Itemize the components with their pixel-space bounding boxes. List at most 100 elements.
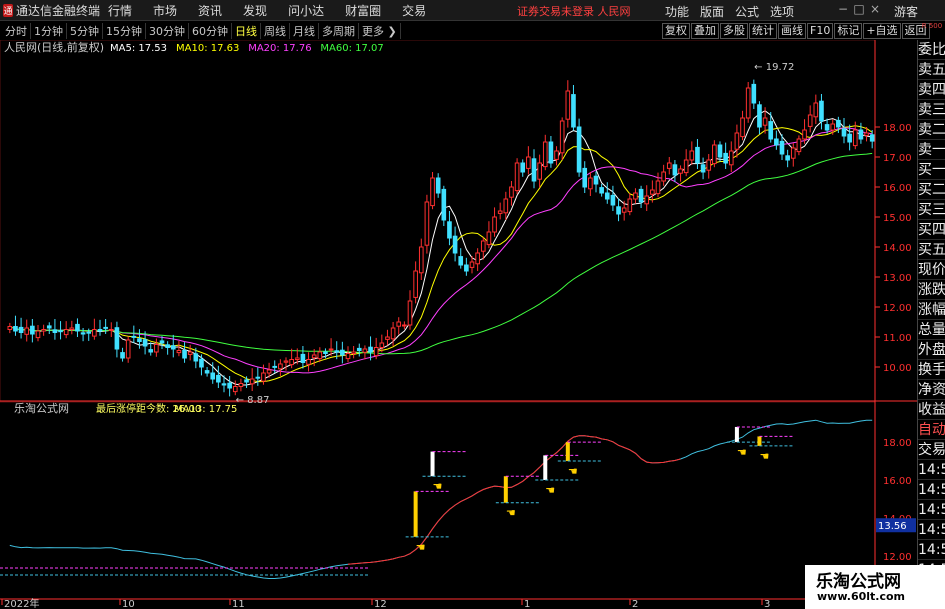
side-panel-item[interactable]: 卖四	[918, 80, 945, 100]
side-panel-item[interactable]: 14:56	[918, 520, 945, 540]
ma-legend-0: MA5: 17.53	[110, 43, 167, 54]
candle-body	[762, 117, 768, 126]
period-tab[interactable]: 周线	[261, 23, 290, 39]
menu-item[interactable]: 资讯	[198, 2, 222, 19]
side-panel-item[interactable]: 买四	[918, 220, 945, 240]
right-menu-item[interactable]: 功能	[665, 3, 689, 20]
period-tab[interactable]: 5分钟	[67, 23, 103, 39]
candle-body	[531, 158, 537, 182]
kline-chart[interactable]: 人民网(日线,前复权) MA5: 17.53 MA10: 17.63 MA20: 17…	[0, 40, 917, 609]
menu-item[interactable]: 市场	[153, 2, 177, 19]
candle-body	[542, 141, 548, 168]
minimize-icon[interactable]: −	[835, 2, 851, 16]
sub-y-label: 12.00	[883, 552, 912, 563]
side-panel-item[interactable]: 涨跌	[918, 280, 945, 300]
signal-hand-icon: ☚	[416, 541, 426, 554]
candle-body	[176, 350, 182, 354]
tool-button[interactable]: F10	[807, 23, 834, 39]
watermark-title: 乐淘公式网	[816, 572, 901, 592]
candle-body	[199, 358, 204, 368]
candle-body	[154, 344, 159, 353]
side-panel-item[interactable]: 换手	[918, 360, 945, 380]
right-menu-item[interactable]: 公式	[735, 3, 759, 20]
side-panel-item[interactable]: 现价	[918, 260, 945, 280]
signal-hand-icon: ☚	[759, 450, 769, 463]
side-panel-item[interactable]: 净资	[918, 380, 945, 400]
period-tab[interactable]: 日线	[232, 23, 261, 39]
candle-body	[452, 235, 458, 254]
main-y-label: 16.00	[883, 183, 912, 194]
candle-body	[672, 164, 678, 176]
menu-item[interactable]: 问小达	[288, 2, 324, 19]
maximize-icon[interactable]: □	[851, 2, 867, 16]
side-panel-item[interactable]: 委比	[918, 40, 945, 60]
candle-body	[712, 144, 717, 165]
side-panel-item[interactable]: 14:56	[918, 540, 945, 560]
candle-body	[469, 261, 475, 268]
side-panel-item[interactable]: 买一	[918, 160, 945, 180]
tool-button[interactable]: 标记	[834, 23, 863, 39]
candle-body	[300, 353, 306, 363]
tool-button[interactable]: 统计	[749, 23, 777, 39]
side-panel-item[interactable]: 卖五	[918, 60, 945, 80]
side-panel-item[interactable]: 自动	[918, 420, 945, 440]
side-panel-item[interactable]: 涨幅	[918, 300, 945, 320]
signal-hand-icon: ☚	[568, 465, 578, 478]
login-notice[interactable]: 证券交易未登录 人民网	[517, 3, 631, 19]
candle-body	[790, 147, 796, 159]
candle-body	[373, 347, 379, 357]
cursor-value: 13.56	[878, 521, 907, 532]
period-tab[interactable]: 月线	[290, 23, 319, 39]
tool-button[interactable]: 画线	[778, 23, 806, 39]
candle-body	[261, 372, 266, 382]
side-panel-item[interactable]: 买五	[918, 240, 945, 260]
right-menu-item[interactable]: 选项	[770, 3, 794, 20]
period-tab[interactable]: 多周期	[319, 23, 359, 39]
sub-indicator-line	[9, 419, 873, 579]
side-panel-item[interactable]: 交易	[918, 440, 945, 460]
period-tab[interactable]: 更多 ❯	[359, 23, 401, 39]
side-panel-item[interactable]: 卖一	[918, 140, 945, 160]
right-menu-item[interactable]: 版面	[700, 3, 724, 20]
candle-body	[734, 132, 740, 150]
tool-button[interactable]: 叠加	[691, 23, 719, 39]
candle-body	[69, 327, 75, 330]
period-tab[interactable]: 15分钟	[103, 23, 146, 39]
candle-body	[368, 346, 373, 353]
candle-body	[362, 348, 368, 353]
close-icon[interactable]: ×	[867, 2, 883, 16]
side-panel-item[interactable]: 总量	[918, 320, 945, 340]
side-panel-item[interactable]: 买二	[918, 180, 945, 200]
candle-body	[80, 332, 86, 335]
side-panel-item[interactable]: 收益	[918, 400, 945, 420]
main-y-label: 18.00	[883, 123, 912, 134]
side-panel-item[interactable]: 外盘	[918, 340, 945, 360]
side-panel-item[interactable]: 卖三	[918, 100, 945, 120]
candle-body	[142, 339, 148, 347]
menu-item[interactable]: 行情	[108, 2, 132, 19]
candle-body	[244, 379, 249, 383]
signal-bar	[430, 451, 435, 477]
menu-item[interactable]: 财富圈	[345, 2, 381, 19]
side-panel-item[interactable]: 14:56	[918, 460, 945, 480]
candle-body	[24, 327, 30, 335]
period-tab[interactable]: 分时	[2, 23, 31, 39]
tool-button[interactable]: 多股	[720, 23, 748, 39]
sub-indicator-line-red	[347, 435, 681, 565]
side-panel-item[interactable]: 14:56	[918, 480, 945, 500]
candle-body	[700, 164, 706, 173]
tool-button[interactable]: 复权	[662, 23, 690, 39]
period-tab[interactable]: 60分钟	[189, 23, 232, 39]
period-tab[interactable]: 1分钟	[31, 23, 67, 39]
menu-item[interactable]: 交易	[402, 2, 426, 19]
candle-body	[509, 186, 514, 198]
side-panel-item[interactable]: 14:56	[918, 500, 945, 520]
side-panel-item[interactable]: 买三	[918, 200, 945, 220]
candle-body	[125, 339, 131, 359]
tool-button[interactable]: +自选	[863, 23, 901, 39]
menu-item[interactable]: 发现	[243, 2, 267, 19]
candle-body	[864, 132, 869, 136]
period-tab[interactable]: 30分钟	[146, 23, 189, 39]
user-label[interactable]: 游客	[894, 3, 918, 20]
side-panel-item[interactable]: 卖二	[918, 120, 945, 140]
